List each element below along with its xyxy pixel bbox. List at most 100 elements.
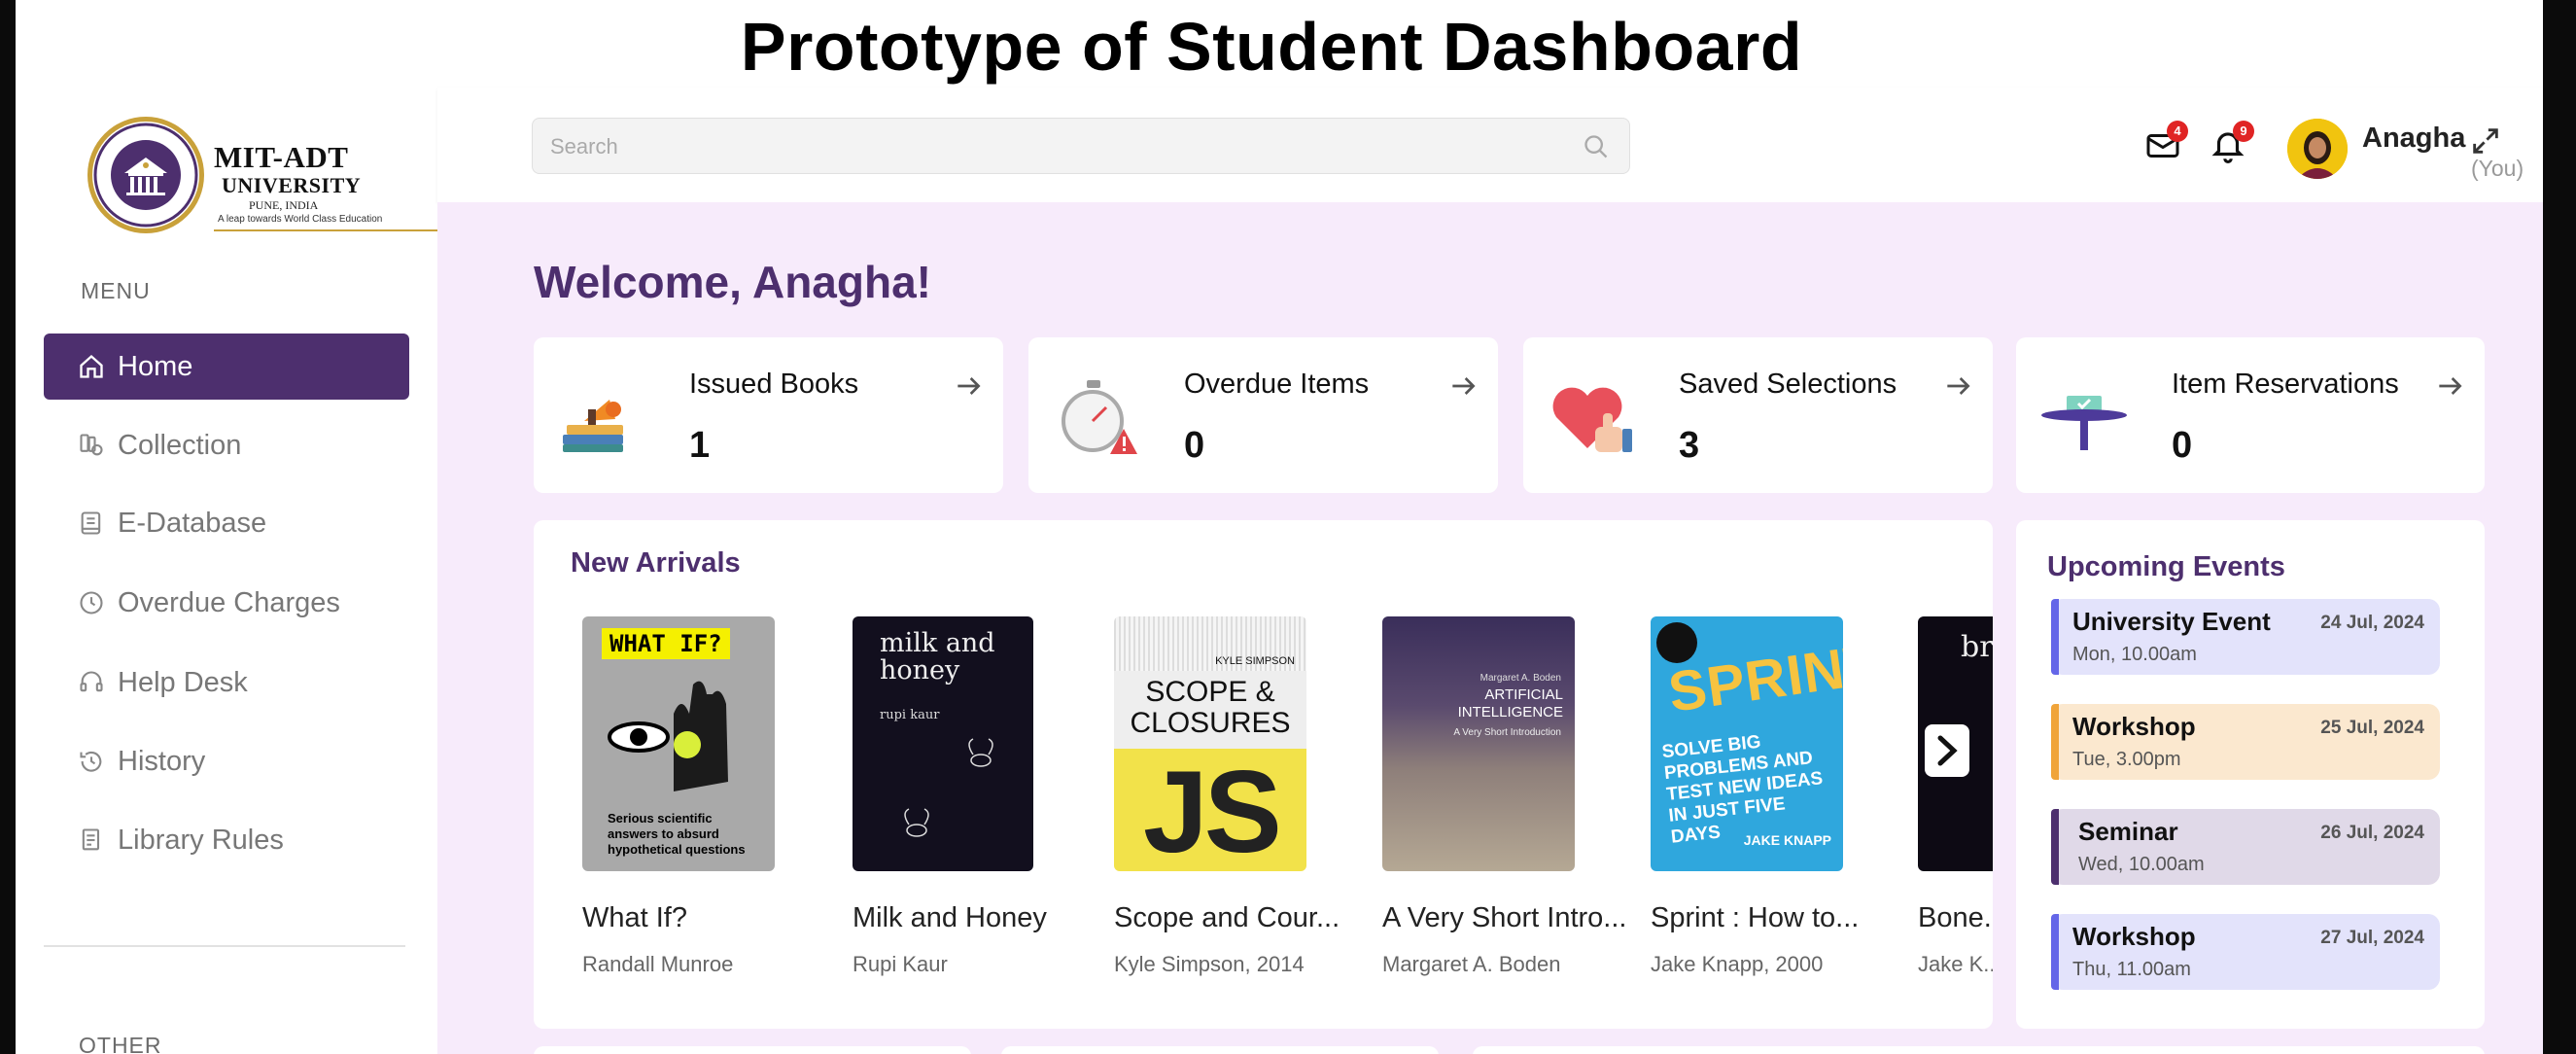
book-cover: KYLE SIMPSON SCOPE & CLOSURES JS [1114, 616, 1306, 871]
cover-heading: bri [1961, 630, 1993, 664]
arrow-right-icon[interactable] [1447, 370, 1479, 402]
bottom-card [1473, 1046, 2485, 1054]
cover-text: Serious scientific answers to absurd hyp… [608, 811, 746, 857]
history-icon [77, 747, 106, 776]
clock-charge-icon [77, 588, 106, 617]
carousel-next-button[interactable] [1925, 724, 1969, 777]
university-logo[interactable]: MIT-ADT UNIVERSITY PUNE, INDIA A leap to… [86, 115, 449, 235]
sidebar-item-label: History [118, 745, 206, 777]
book-title: Bone... [1918, 902, 1993, 933]
event-item[interactable]: Workshop 27 Jul, 2024 Thu, 11.00am [2051, 914, 2440, 990]
user-name: Anagha [2362, 123, 2466, 154]
book-cover: SPRINT SOLVE BIG PROBLEMS AND TEST NEW I… [1651, 616, 1843, 871]
event-name: Seminar [2078, 817, 2178, 846]
sidebar-item-help-desk[interactable]: Help Desk [44, 650, 409, 716]
book-card[interactable]: Margaret A. Boden ARTIFICIAL INTELLIGENC… [1382, 616, 1627, 977]
stat-card-item-reservations[interactable]: Item Reservations 0 [2016, 337, 2485, 493]
sidebar-item-label: Overdue Charges [118, 586, 340, 618]
event-date: 27 Jul, 2024 [2320, 928, 2424, 948]
book-title: Milk and Honey [853, 902, 1047, 933]
stat-card-saved-selections[interactable]: Saved Selections 3 [1523, 337, 1993, 493]
sidebar-item-home[interactable]: Home [44, 334, 409, 400]
book-author: Margaret A. Boden [1382, 952, 1561, 976]
arrow-right-icon[interactable] [953, 370, 984, 402]
mail-button[interactable]: 4 [2145, 121, 2188, 169]
sidebar-item-label: Library Rules [118, 824, 284, 856]
event-time: Tue, 3.00pm [2072, 749, 2181, 770]
book-card[interactable]: SPRINT SOLVE BIG PROBLEMS AND TEST NEW I… [1651, 616, 1894, 977]
sidebar-item-history[interactable]: History [44, 728, 409, 794]
event-accent [2051, 599, 2059, 675]
book-author: Randall Munroe [582, 952, 734, 976]
stat-title: Issued Books [689, 369, 859, 400]
book-card[interactable]: milk and honey rupi kaur Milk and Honey … [853, 616, 1096, 977]
event-time: Thu, 11.00am [2072, 959, 2191, 980]
book-cover: Margaret A. Boden ARTIFICIAL INTELLIGENC… [1382, 616, 1575, 871]
event-name: University Event [2072, 607, 2271, 636]
search-box [532, 118, 1630, 174]
cover-author: Margaret A. Boden [1479, 673, 1561, 684]
cover-heading: milk and honey [880, 628, 995, 685]
logo-name: MIT-ADT [214, 140, 349, 174]
stat-card-overdue-items[interactable]: Overdue Items 0 [1028, 337, 1498, 493]
book-author: Jake K... [1918, 952, 1993, 976]
book-card[interactable]: KYLE SIMPSON SCOPE & CLOSURES JS Scope a… [1114, 616, 1357, 977]
mail-badge: 4 [2167, 121, 2188, 142]
bottom-card [534, 1046, 971, 1054]
event-item[interactable]: Workshop 25 Jul, 2024 Tue, 3.00pm [2051, 704, 2440, 780]
book-title: A Very Short Intro... [1382, 902, 1627, 933]
headset-icon [77, 668, 106, 697]
book-title: Sprint : How to... [1651, 902, 1860, 933]
book-title: Scope and Cour... [1114, 902, 1340, 933]
stat-title: Saved Selections [1679, 369, 1897, 400]
cover-js: JS [1143, 747, 1282, 871]
cover-sub: A Very Short Introduction [1453, 727, 1561, 738]
book-author: Jake Knapp, 2000 [1651, 952, 1824, 976]
arrow-right-icon[interactable] [2434, 370, 2465, 402]
cover-heading: ARTIFICIAL INTELLIGENCE [1457, 686, 1563, 720]
rules-icon [77, 826, 106, 855]
search-input[interactable] [550, 130, 1561, 163]
right-edge [2543, 0, 2576, 1054]
university-seal-icon [87, 117, 204, 233]
logo-location: PUNE, INDIA [249, 198, 319, 212]
search-icon[interactable] [1583, 133, 1610, 160]
event-accent [2051, 809, 2059, 885]
top-bar: 4 9 Anagha (You) [437, 88, 2543, 202]
event-item[interactable]: Seminar 26 Jul, 2024 Wed, 10.00am [2051, 809, 2440, 885]
sidebar-item-overdue-charges[interactable]: Overdue Charges [44, 570, 409, 636]
stat-title: Item Reservations [2172, 369, 2399, 400]
stat-value: 1 [689, 425, 711, 466]
stat-card-issued-books[interactable]: Issued Books 1 [534, 337, 1003, 493]
bee-drawing [904, 738, 993, 837]
arrow-right-icon[interactable] [1942, 370, 1973, 402]
book-card[interactable]: bri Bone... Jake K... [1918, 616, 1993, 977]
expand-icon[interactable] [2469, 124, 2502, 158]
book-card[interactable]: WHAT IF? Serious scientific answers to a… [582, 616, 825, 977]
book-cover: WHAT IF? Serious scientific answers to a… [582, 616, 775, 871]
event-time: Wed, 10.00am [2078, 854, 2205, 875]
event-item[interactable]: University Event 24 Jul, 2024 Mon, 10.00… [2051, 599, 2440, 675]
collection-icon [77, 431, 106, 460]
main-content: Welcome, Anagha! Issued Books 1 Overdue … [437, 202, 2543, 1054]
menu-heading: MENU [81, 278, 151, 303]
cover-author: JAKE KNAPP [1743, 832, 1831, 848]
chevron-right-icon [1937, 735, 1958, 766]
new-arrivals-title: New Arrivals [571, 547, 741, 579]
bottom-card [1001, 1046, 1439, 1054]
home-icon [77, 352, 106, 381]
event-accent [2051, 704, 2059, 780]
upcoming-events-panel: Upcoming Events University Event 24 Jul,… [2016, 520, 2485, 1029]
sidebar-item-e-database[interactable]: E-Database [44, 490, 409, 556]
event-accent [2051, 914, 2059, 990]
stat-value: 0 [2172, 425, 2193, 466]
logo-underline [214, 229, 449, 231]
dashboard-frame: Prototype of Student Dashboard MIT-ADT U… [0, 0, 2576, 1054]
avatar[interactable] [2287, 119, 2348, 179]
sidebar-item-library-rules[interactable]: Library Rules [44, 807, 409, 873]
book-author: Kyle Simpson, 2014 [1114, 952, 1305, 976]
book-icon [77, 509, 106, 538]
sidebar-item-collection[interactable]: Collection [44, 412, 409, 478]
notification-button[interactable]: 9 [2210, 121, 2254, 167]
welcome-heading: Welcome, Anagha! [534, 257, 931, 307]
